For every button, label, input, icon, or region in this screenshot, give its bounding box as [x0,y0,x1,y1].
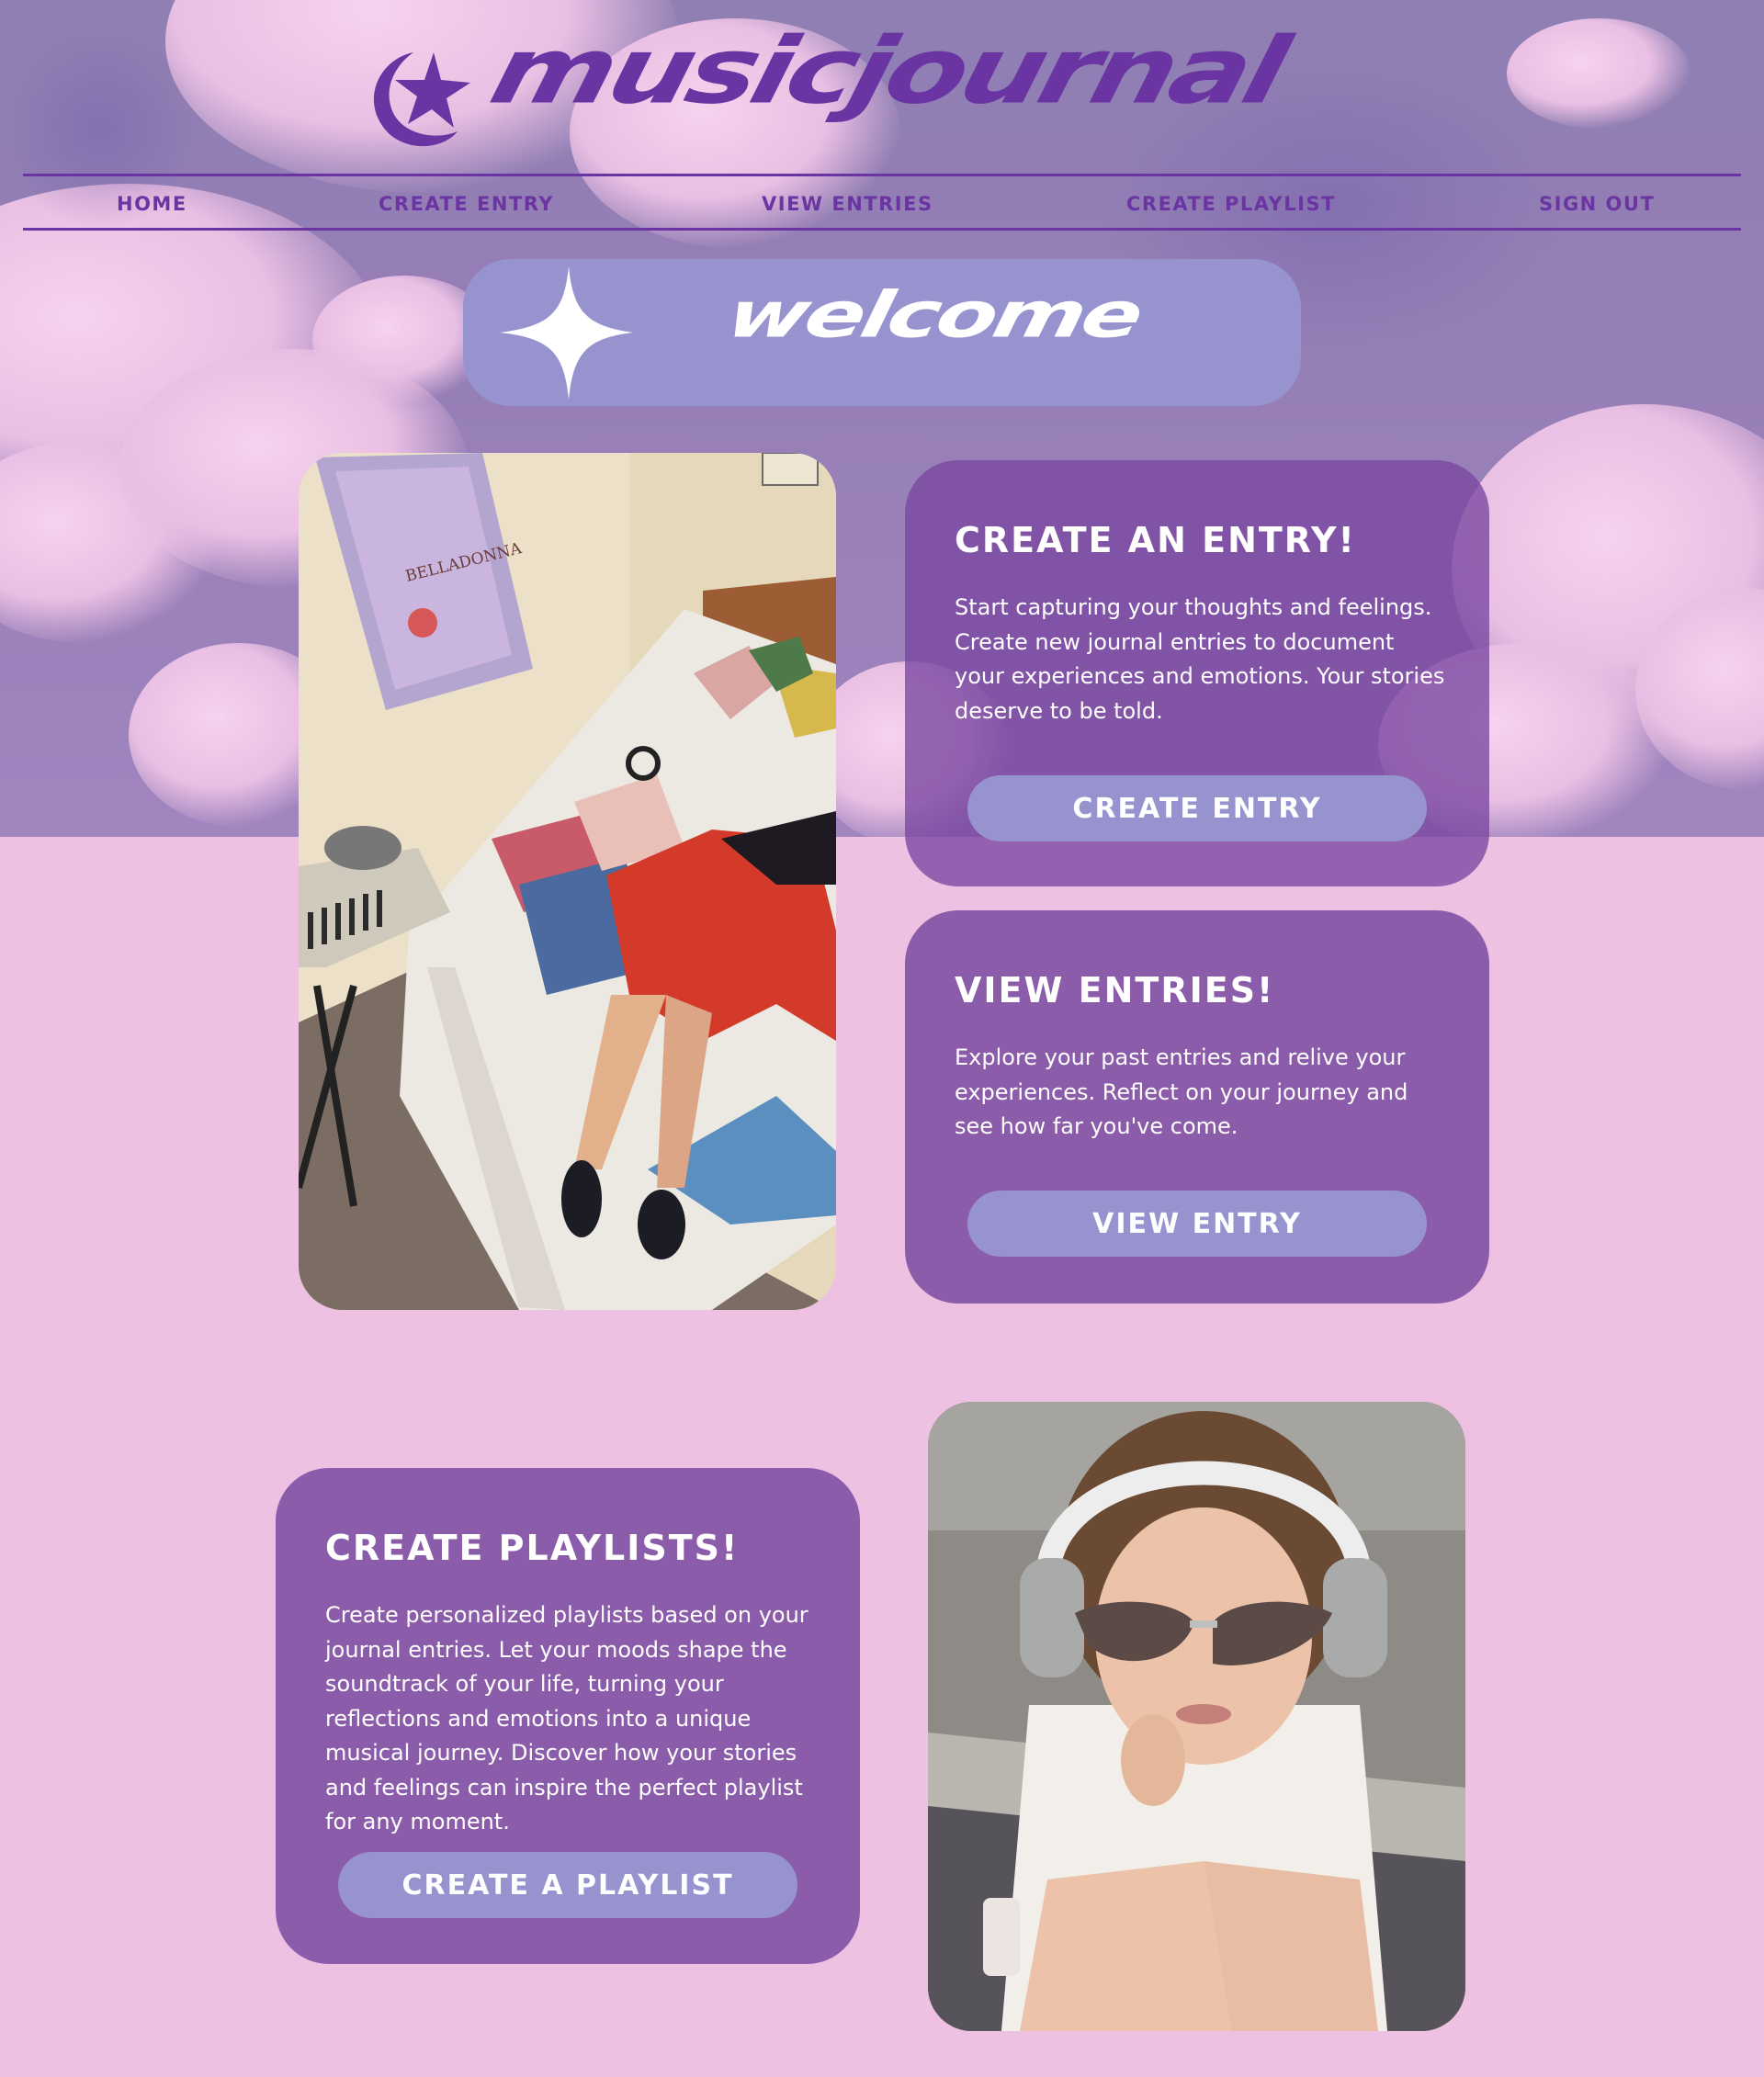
create-playlist-card: CREATE PLAYLISTS! Create personalized pl… [276,1468,860,1964]
logo-wordmark: musicjournal [481,17,1295,125]
bedroom-photo: BELLADONNA [299,453,836,1310]
card-title: VIEW ENTRIES! [955,970,1275,1010]
view-entry-button[interactable]: VIEW ENTRY [967,1191,1427,1257]
card-title: CREATE PLAYLISTS! [325,1528,740,1568]
site-logo[interactable]: musicjournal [349,17,1452,156]
create-playlist-button[interactable]: CREATE A PLAYLIST [338,1852,797,1918]
star-moon-icon [373,52,470,147]
nav-home[interactable]: HOME [117,193,187,215]
nav-view-entries[interactable]: VIEW ENTRIES [762,193,933,215]
welcome-title: welcome [720,277,1147,352]
headphones-photo [928,1402,1465,2031]
welcome-banner: welcome [463,259,1301,406]
card-description: Explore your past entries and relive you… [955,1044,1408,1139]
main-nav: HOME CREATE ENTRY VIEW ENTRIES CREATE PL… [23,174,1741,231]
card-description: Start capturing your thoughts and feelin… [955,594,1445,724]
card-title: CREATE AN ENTRY! [955,520,1356,560]
nav-create-entry[interactable]: CREATE ENTRY [379,193,554,215]
create-entry-card: CREATE AN ENTRY! Start capturing your th… [905,460,1489,886]
nav-sign-out[interactable]: SIGN OUT [1539,193,1655,215]
view-entries-card: VIEW ENTRIES! Explore your past entries … [905,910,1489,1304]
sparkle-star-icon [500,266,633,400]
card-description: Create personalized playlists based on y… [325,1602,808,1834]
nav-create-playlist[interactable]: CREATE PLAYLIST [1126,193,1336,215]
create-entry-button[interactable]: CREATE ENTRY [967,775,1427,841]
